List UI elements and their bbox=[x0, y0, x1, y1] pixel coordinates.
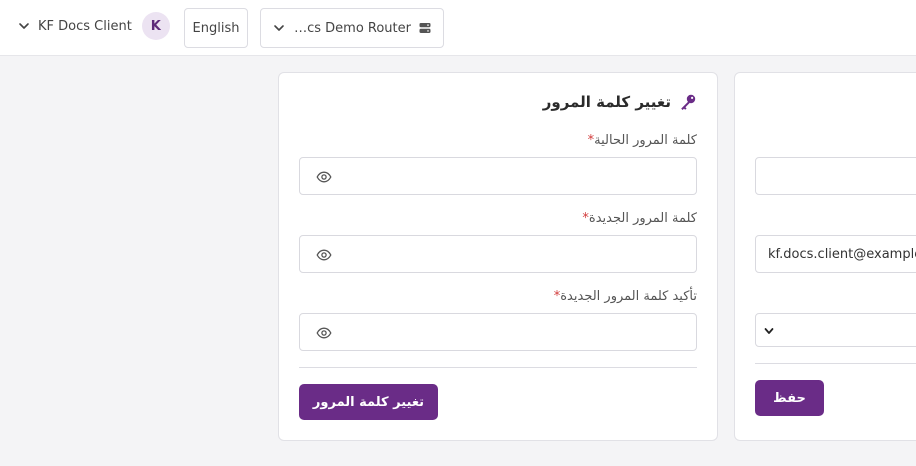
current-password-input[interactable] bbox=[300, 158, 696, 194]
profile-card: حفظ bbox=[734, 72, 916, 441]
server-icon bbox=[419, 19, 431, 38]
current-password-label: كلمة المرور الحالية* bbox=[587, 133, 697, 148]
eye-icon[interactable] bbox=[316, 325, 332, 341]
user-menu[interactable]: KF Docs Client K bbox=[18, 10, 170, 42]
confirm-password-label: تأكيد كلمة المرور الجديدة* bbox=[553, 289, 697, 304]
router-select[interactable]: KF Docs Demo Router bbox=[260, 8, 444, 48]
email-field[interactable] bbox=[755, 235, 916, 273]
new-password-field[interactable] bbox=[299, 235, 697, 273]
profile-select[interactable] bbox=[755, 313, 916, 347]
name-field[interactable] bbox=[755, 157, 916, 195]
new-password-label: كلمة المرور الجديدة* bbox=[582, 211, 697, 226]
eye-icon[interactable] bbox=[316, 247, 332, 263]
change-password-card: تغيير كلمة المرور كلمة المرور الحالية* ك… bbox=[278, 72, 718, 441]
current-password-field[interactable] bbox=[299, 157, 697, 195]
email-input[interactable] bbox=[756, 236, 916, 272]
confirm-password-field[interactable] bbox=[299, 313, 697, 351]
user-name: KF Docs Client bbox=[38, 18, 132, 34]
name-input[interactable] bbox=[756, 158, 916, 194]
divider bbox=[299, 367, 697, 368]
chevron-down-icon bbox=[18, 20, 30, 32]
change-password-button[interactable]: تغيير كلمة المرور bbox=[299, 384, 438, 420]
avatar: K bbox=[141, 12, 170, 40]
card-title: تغيير كلمة المرور bbox=[543, 93, 697, 111]
save-button[interactable]: حفظ bbox=[755, 380, 824, 416]
card-title-text: تغيير كلمة المرور bbox=[542, 93, 671, 111]
divider bbox=[755, 363, 916, 364]
key-icon bbox=[679, 93, 697, 111]
language-button[interactable]: English bbox=[184, 8, 248, 48]
chevron-down-icon bbox=[764, 321, 774, 340]
eye-icon[interactable] bbox=[316, 169, 332, 185]
router-label: KF Docs Demo Router bbox=[293, 20, 411, 36]
top-bar: KF Docs Client K English KF Docs Demo Ro… bbox=[0, 0, 916, 56]
new-password-input[interactable] bbox=[300, 236, 696, 272]
chevron-down-icon bbox=[273, 22, 285, 34]
confirm-password-input[interactable] bbox=[300, 314, 696, 350]
